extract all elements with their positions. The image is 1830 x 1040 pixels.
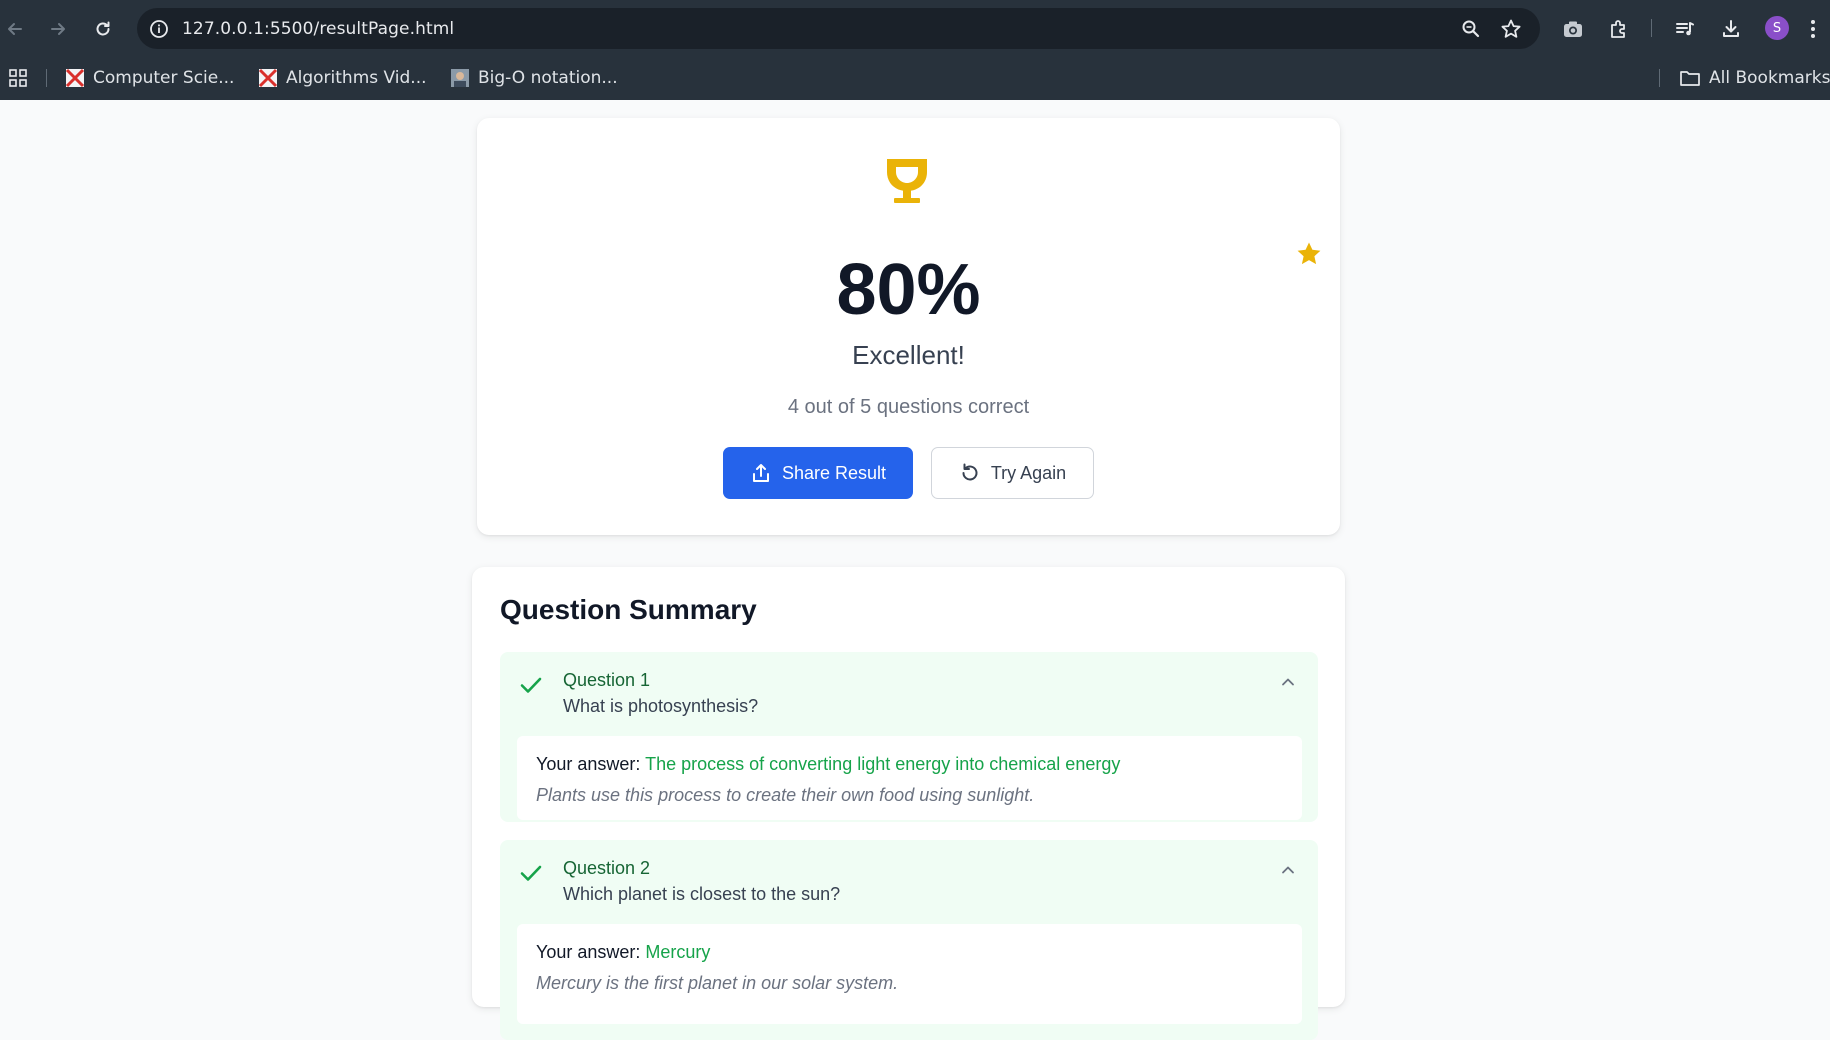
question-item[interactable]: Question 2 Which planet is closest to th… [500, 840, 1318, 1040]
bookmarks-divider [1659, 69, 1660, 87]
retry-icon [962, 463, 978, 481]
chevron-up-icon[interactable] [1278, 860, 1298, 880]
question-number: Question 2 [563, 858, 651, 878]
your-answer-line: Your answer: The process of converting l… [536, 754, 1120, 775]
browser-toolbar: 127.0.0.1:5500/resultPage.html S [0, 0, 1830, 56]
reload-icon [96, 21, 110, 36]
broken-favicon-icon [65, 68, 85, 88]
camera-extension-icon[interactable] [1560, 16, 1586, 42]
bookmark-computer-science[interactable]: Computer Scie... [65, 65, 234, 91]
all-bookmarks-label: All Bookmarks [1709, 68, 1830, 88]
apps-grid-icon[interactable] [8, 65, 28, 91]
bookmark-big-o-notation[interactable]: Big-O notation... [450, 65, 618, 91]
answer-explanation: Mercury is the first planet in our solar… [536, 973, 899, 993]
chevron-up-icon[interactable] [1278, 672, 1298, 692]
media-controls-icon[interactable] [1672, 16, 1698, 42]
bookmark-star-icon[interactable] [1499, 17, 1523, 41]
back-arrow-icon [8, 23, 22, 35]
back-button[interactable] [0, 14, 30, 44]
bookmark-label: Big-O notation... [478, 68, 618, 88]
question-item[interactable]: Question 1 What is photosynthesis? Your … [500, 652, 1318, 822]
bookmark-algorithms-videos[interactable]: Algorithms Vid... [258, 65, 427, 91]
score-percentage: 80% [836, 250, 981, 330]
address-bar[interactable]: 127.0.0.1:5500/resultPage.html [137, 8, 1540, 49]
answer-explanation: Plants use this process to create their … [536, 785, 1035, 805]
extensions-puzzle-icon[interactable] [1606, 16, 1632, 42]
answer-value: Mercury [645, 942, 711, 962]
share-icon [752, 464, 769, 482]
try-again-label: Try Again [990, 462, 1067, 483]
question-number: Question 1 [563, 670, 651, 690]
question-text: What is photosynthesis? [563, 696, 759, 716]
zoom-icon[interactable] [1459, 17, 1483, 41]
bookmarks-divider [46, 69, 47, 87]
profile-avatar[interactable]: S [1765, 16, 1789, 40]
share-result-button[interactable]: Share Result [723, 447, 913, 499]
site-info-icon[interactable] [147, 17, 171, 41]
answer-value: The process of converting light energy i… [645, 754, 1121, 774]
answer-panel: Your answer: The process of converting l… [517, 736, 1302, 820]
answer-panel: Your answer: Mercury Mercury is the firs… [517, 924, 1302, 1024]
share-result-label: Share Result [781, 462, 887, 483]
your-answer-label: Your answer: [536, 942, 641, 962]
reload-button[interactable] [88, 14, 118, 44]
trophy-icon [887, 159, 927, 203]
try-again-button[interactable]: Try Again [931, 447, 1094, 499]
bookmarks-bar: Computer Scie... Algorithms Vid... Big-O… [0, 56, 1830, 100]
browser-menu-icon[interactable] [1800, 16, 1826, 42]
result-card: 80% Excellent! 4 out of 5 questions corr… [477, 118, 1340, 535]
forward-button[interactable] [43, 14, 73, 44]
question-summary-card: Question Summary Question 1 What is phot… [472, 567, 1345, 1040]
all-bookmarks-button[interactable]: All Bookmarks [1679, 65, 1830, 91]
correct-count: 4 out of 5 questions correct [787, 396, 1030, 418]
check-icon [520, 677, 542, 693]
grade-label: Excellent! [852, 340, 965, 370]
bookmark-label: Algorithms Vid... [286, 68, 427, 88]
toolbar-divider [1651, 19, 1652, 37]
your-answer-label: Your answer: [536, 754, 641, 774]
broken-favicon-icon [258, 68, 278, 88]
your-answer-line: Your answer: Mercury [536, 942, 710, 963]
bookmark-label: Computer Scie... [93, 68, 235, 88]
downloads-icon[interactable] [1718, 16, 1744, 42]
folder-icon [1680, 71, 1700, 86]
url-text[interactable]: 127.0.0.1:5500/resultPage.html [182, 19, 454, 39]
question-text: Which planet is closest to the sun? [563, 884, 841, 904]
check-icon [520, 865, 542, 881]
person-favicon-icon [451, 69, 469, 87]
question-summary-title: Question Summary [500, 594, 757, 625]
forward-arrow-icon [51, 23, 65, 35]
